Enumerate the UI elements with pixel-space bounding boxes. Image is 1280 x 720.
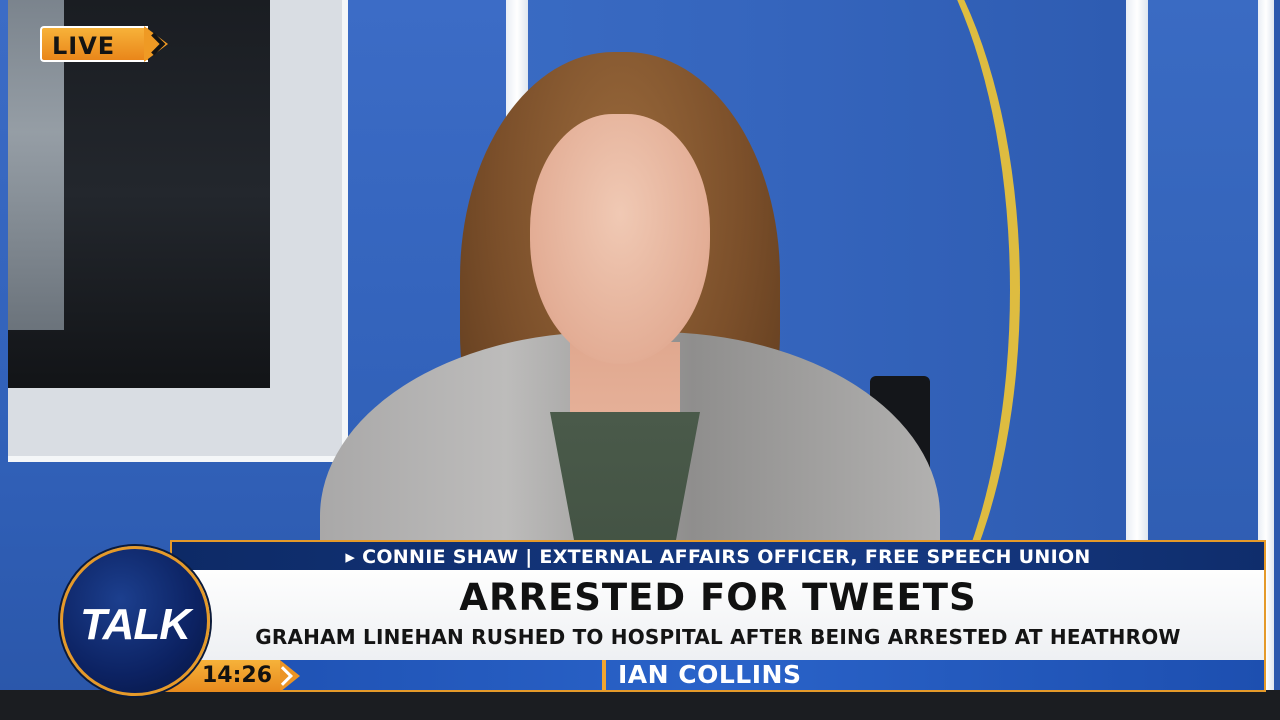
headline: ARRESTED FOR TWEETS (459, 576, 977, 619)
live-badge-box: LIVE (40, 26, 148, 62)
subheadline: GRAHAM LINEHAN RUSHED TO HOSPITAL AFTER … (255, 625, 1181, 649)
presenter-bar: IAN COLLINS (170, 660, 1266, 692)
channel-logo: TALK (60, 546, 210, 696)
presenter-name: IAN COLLINS (602, 660, 801, 690)
headline-panel: ARRESTED FOR TWEETS GRAHAM LINEHAN RUSHE… (170, 570, 1266, 660)
studio-desk (0, 690, 1280, 720)
lower-third: ▸ CONNIE SHAW | EXTERNAL AFFAIRS OFFICER… (60, 534, 1266, 696)
guest-caption-bar: ▸ CONNIE SHAW | EXTERNAL AFFAIRS OFFICER… (170, 540, 1266, 570)
broadcast-frame: LIVE ▸ CONNIE SHAW | EXTERNAL AFFAIRS OF… (0, 0, 1280, 720)
guest-caption: ▸ CONNIE SHAW | EXTERNAL AFFAIRS OFFICER… (345, 546, 1091, 568)
live-badge: LIVE (40, 26, 172, 62)
channel-logo-text: TALK (79, 600, 191, 649)
guest-face (530, 114, 710, 364)
live-label: LIVE (52, 32, 116, 60)
